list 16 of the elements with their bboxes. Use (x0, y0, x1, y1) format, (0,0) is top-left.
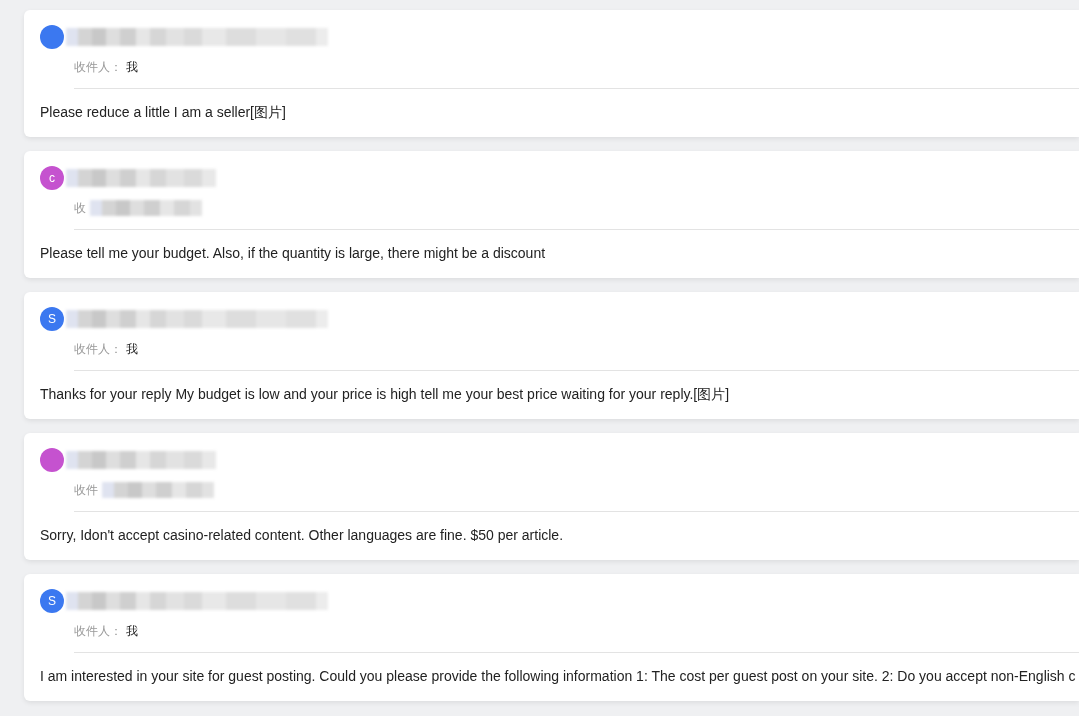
recipient-label: 收 (74, 199, 86, 217)
avatar: S (40, 307, 64, 331)
avatar: c (40, 166, 64, 190)
avatar: S (40, 589, 64, 613)
message-text: Sorry, Idon't accept casino-related content. Other languages are fine. $50 per article. (39, 526, 565, 545)
message-text: Please reduce a little I am a seller[图片] (39, 103, 287, 122)
recipient-name: 我 (126, 622, 138, 640)
recipient-label: 收件 (74, 481, 98, 499)
recipient-name: 我 (126, 58, 138, 76)
message-text: Thanks for your reply My budget is low and your price is high tell me your best price waiting for your reply.[图片] (39, 385, 731, 404)
message-text: Please tell me your budget. Also, if the quantity is large, there might be a discount (39, 244, 547, 263)
recipient-label: 收件人： (74, 622, 122, 640)
message-text: I am interested in your site for guest posting. Could you please provide the following information 1: The cost per guest post on your site. 2: Do you accept non-English c (39, 667, 1077, 686)
recipient-label: 收件人： (74, 58, 122, 76)
recipient-label: 收件人： (74, 340, 122, 358)
recipient-name: 我 (126, 340, 138, 358)
